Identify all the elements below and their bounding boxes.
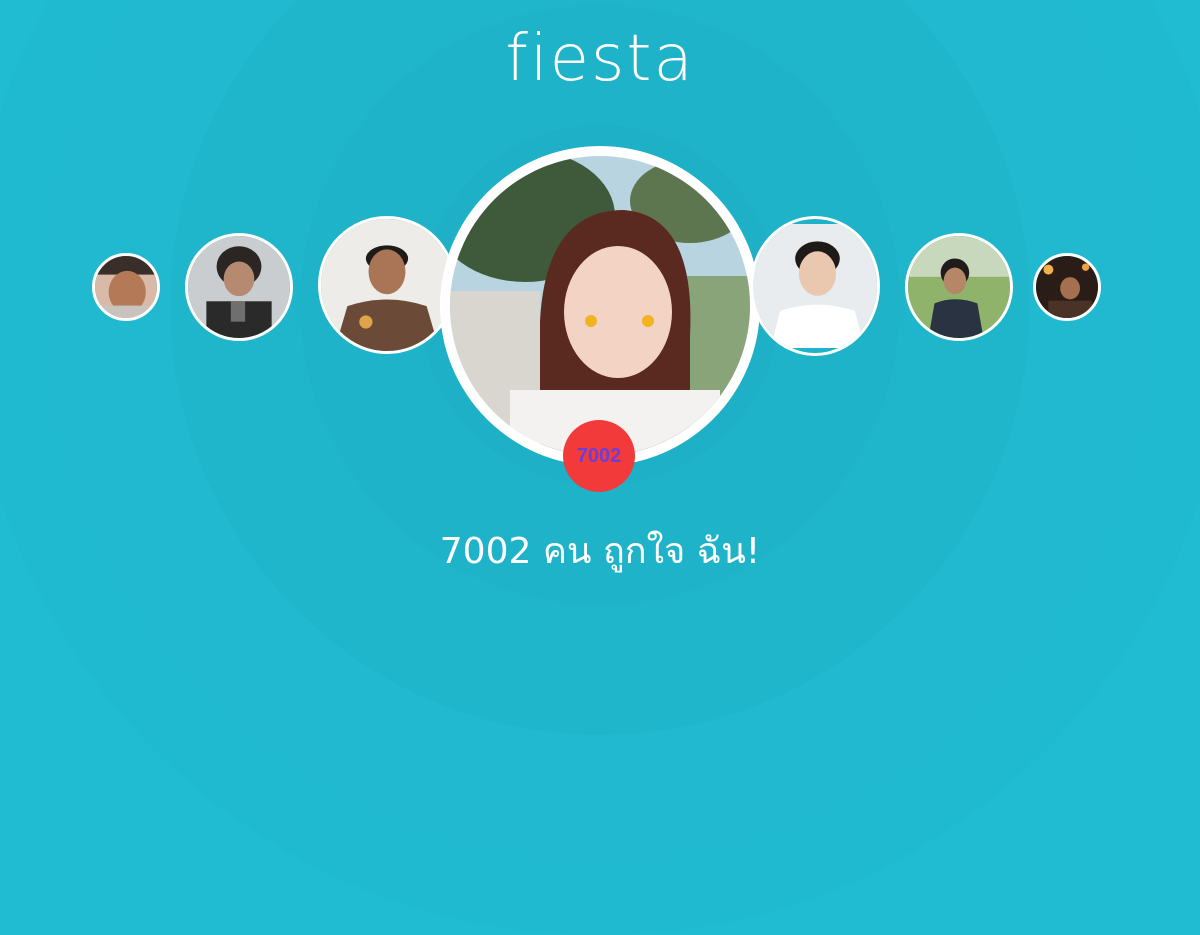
profile-photo-right-1[interactable] bbox=[750, 216, 880, 356]
photo-placeholder bbox=[450, 156, 750, 456]
photo-placeholder bbox=[188, 236, 290, 338]
fiesta-logo: fiesta bbox=[505, 22, 695, 96]
profile-photo-right-2[interactable] bbox=[905, 233, 1013, 341]
photo-placeholder bbox=[95, 256, 157, 318]
photo-placeholder bbox=[908, 236, 1010, 338]
profile-photo-far-left[interactable] bbox=[92, 253, 160, 321]
like-count-badge: 7002 bbox=[563, 420, 635, 492]
profile-photo-main[interactable] bbox=[440, 146, 760, 466]
photo-placeholder bbox=[1036, 256, 1098, 318]
likes-caption: 7002 คน ถูกใจ ฉัน! bbox=[439, 531, 761, 572]
photo-placeholder bbox=[753, 224, 877, 348]
profile-photo-left-1[interactable] bbox=[318, 216, 456, 354]
profile-photo-left-2[interactable] bbox=[185, 233, 293, 341]
photo-placeholder bbox=[321, 219, 453, 351]
profile-photo-far-right[interactable] bbox=[1033, 253, 1101, 321]
